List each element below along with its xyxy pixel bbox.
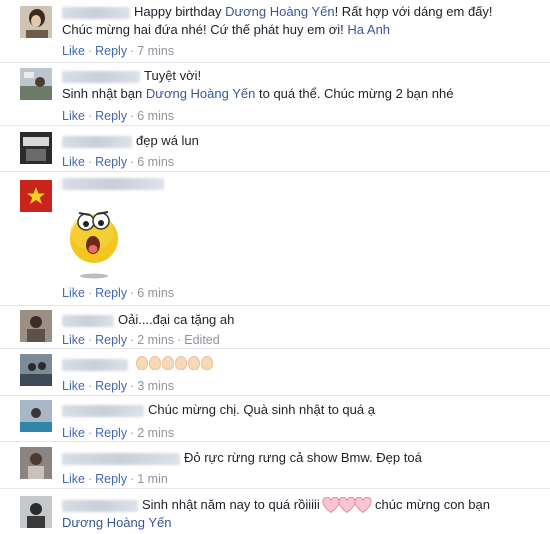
comment-4: Like · Reply · 6 mins bbox=[0, 172, 550, 305]
comment-text: Chúc mừng chị. Quà sinh nhật to quá ạ bbox=[62, 401, 542, 419]
reply-link[interactable]: Reply bbox=[95, 379, 127, 393]
reply-link[interactable]: Reply bbox=[95, 44, 127, 58]
comment-actions: Like · Reply · 1 min bbox=[62, 472, 168, 486]
comment-actions: Like · Reply · 6 mins bbox=[62, 155, 175, 169]
comment-9: Sinh nhật năm nay to quá rồiiiii chúc mừ… bbox=[0, 489, 550, 534]
mention-link[interactable]: Dương Hoàng Yến bbox=[146, 86, 256, 101]
timestamp[interactable]: 1 min bbox=[137, 472, 168, 486]
comment-6: Like · Reply · 3 mins bbox=[0, 349, 550, 395]
commenter-name[interactable] bbox=[62, 452, 180, 465]
comment-text: Oải....đại ca tặng ah bbox=[62, 311, 542, 329]
like-link[interactable]: Like bbox=[62, 44, 85, 58]
mention-link[interactable]: Dương Hoàng Yến bbox=[225, 4, 335, 19]
commenter-name[interactable] bbox=[62, 70, 140, 83]
reply-link[interactable]: Reply bbox=[95, 155, 127, 169]
like-link[interactable]: Like bbox=[62, 333, 85, 347]
comment-2: Tuyệt vời! Sinh nhật bạn Dương Hoàng Yến… bbox=[0, 63, 550, 125]
like-link[interactable]: Like bbox=[62, 286, 85, 300]
avatar[interactable] bbox=[20, 310, 52, 342]
commenter-name[interactable] bbox=[62, 6, 130, 19]
clapping-hands-emoji bbox=[135, 356, 214, 371]
timestamp[interactable]: 3 mins bbox=[137, 379, 174, 393]
mention-link[interactable]: Ha Anh bbox=[347, 22, 390, 37]
comment-7: Chúc mừng chị. Quà sinh nhật to quá ạ Li… bbox=[0, 396, 550, 441]
reply-link[interactable]: Reply bbox=[95, 286, 127, 300]
comment-actions: Like · Reply · 6 mins bbox=[62, 109, 175, 123]
reply-link[interactable]: Reply bbox=[95, 472, 127, 486]
commenter-name[interactable] bbox=[62, 404, 144, 417]
comment-3: đẹp wá lun Like · Reply · 6 mins bbox=[0, 126, 550, 171]
comment-text: Happy birthday Dương Hoàng Yến! Rất hợp … bbox=[62, 4, 493, 37]
comment-actions: Like · Reply · 2 mins · Edited bbox=[62, 333, 220, 347]
avatar[interactable] bbox=[20, 400, 52, 432]
avatar[interactable] bbox=[20, 496, 52, 528]
comment-text: Sinh nhật năm nay to quá rồiiiii chúc mừ… bbox=[62, 497, 490, 530]
comment-8: Đỏ rực rừng rưng cả show Bmw. Đẹp toá Li… bbox=[0, 442, 550, 488]
like-link[interactable]: Like bbox=[62, 472, 85, 486]
heart-emoji bbox=[322, 497, 375, 514]
comment-1: Happy birthday Dương Hoàng Yến! Rất hợp … bbox=[0, 0, 550, 62]
like-link[interactable]: Like bbox=[62, 379, 85, 393]
comment-actions: Like · Reply · 3 mins bbox=[62, 379, 175, 393]
avatar[interactable] bbox=[20, 447, 52, 479]
comment-text: đẹp wá lun bbox=[62, 132, 542, 150]
avatar[interactable] bbox=[20, 180, 52, 212]
like-link[interactable]: Like bbox=[62, 109, 85, 123]
avatar[interactable] bbox=[20, 6, 52, 38]
comment-5: Oải....đại ca tặng ah Like · Reply · 2 mins ·… bbox=[0, 306, 550, 348]
like-link[interactable]: Like bbox=[62, 426, 85, 440]
surprised-face-sticker bbox=[66, 202, 126, 282]
comment-actions: Like · Reply · 2 mins bbox=[62, 426, 175, 440]
reply-link[interactable]: Reply bbox=[95, 333, 127, 347]
commenter-name[interactable] bbox=[62, 135, 132, 148]
comment-text: Đỏ rực rừng rưng cả show Bmw. Đẹp toá bbox=[62, 449, 542, 467]
comment-text: Tuyệt vời! Sinh nhật bạn Dương Hoàng Yến… bbox=[62, 68, 454, 101]
edited-label[interactable]: Edited bbox=[184, 333, 219, 347]
commenter-name[interactable] bbox=[62, 177, 164, 190]
mention-link[interactable]: Dương Hoàng Yến bbox=[62, 515, 172, 530]
avatar[interactable] bbox=[20, 354, 52, 386]
comment-text bbox=[62, 174, 542, 192]
comment-actions: Like · Reply · 6 mins bbox=[62, 286, 175, 300]
timestamp[interactable]: 2 mins bbox=[137, 426, 174, 440]
commenter-name[interactable] bbox=[62, 499, 138, 512]
comment-actions: Like · Reply · 7 mins bbox=[62, 44, 175, 58]
reply-link[interactable]: Reply bbox=[95, 109, 127, 123]
avatar[interactable] bbox=[20, 68, 52, 100]
commenter-name[interactable] bbox=[62, 358, 128, 371]
commenter-name[interactable] bbox=[62, 314, 114, 327]
timestamp[interactable]: 6 mins bbox=[137, 109, 174, 123]
timestamp[interactable]: 6 mins bbox=[137, 286, 174, 300]
timestamp[interactable]: 6 mins bbox=[137, 155, 174, 169]
timestamp[interactable]: 7 mins bbox=[137, 44, 174, 58]
avatar[interactable] bbox=[20, 132, 52, 164]
comment-text bbox=[62, 355, 542, 373]
like-link[interactable]: Like bbox=[62, 155, 85, 169]
reply-link[interactable]: Reply bbox=[95, 426, 127, 440]
timestamp[interactable]: 2 mins bbox=[137, 333, 174, 347]
